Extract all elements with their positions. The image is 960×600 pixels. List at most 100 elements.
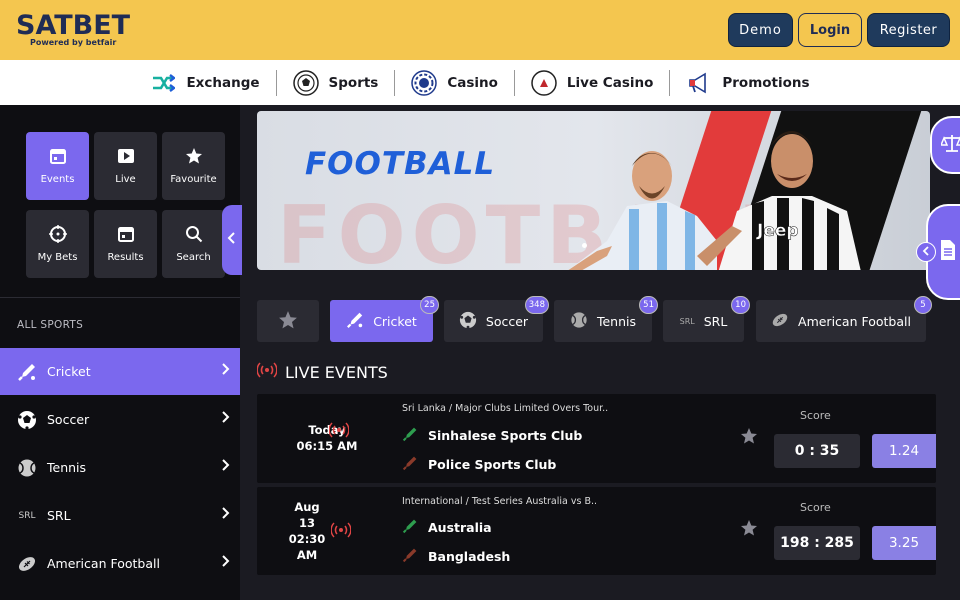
- event-time: Today 06:15 AM: [257, 422, 397, 454]
- event-count-badge: 51: [639, 296, 658, 314]
- live-signal-icon: [330, 522, 352, 541]
- sidebar-item-label: Cricket: [47, 364, 91, 379]
- nav-casino[interactable]: Casino: [395, 69, 514, 96]
- tile-search-label: Search: [176, 252, 211, 263]
- demo-button[interactable]: Demo: [728, 13, 793, 47]
- event-count-badge: 25: [420, 296, 439, 314]
- live-events-title: LIVE EVENTS: [285, 362, 388, 382]
- target-icon: [48, 225, 67, 246]
- tab-soccer-label: Soccer: [485, 313, 529, 329]
- player-juventus-image: Jeep: [697, 131, 861, 270]
- tile-favourite-label: Favourite: [170, 174, 217, 185]
- login-button[interactable]: Login: [798, 13, 862, 47]
- chevron-left-icon: [922, 245, 930, 259]
- tile-my-bets[interactable]: My Bets: [26, 210, 89, 278]
- chevron-right-icon: [222, 363, 230, 379]
- tile-results[interactable]: Results: [94, 210, 157, 278]
- event-count-badge: 348: [524, 296, 549, 314]
- cricket-bat-icon: [16, 361, 38, 383]
- event-team-home: Sinhalese Sports Club: [402, 426, 582, 445]
- event-team-home: Australia: [402, 518, 492, 537]
- team-name: Police Sports Club: [428, 457, 557, 472]
- cricket-bat-icon: [402, 547, 418, 566]
- event-clock: 06:15 AM: [296, 439, 358, 453]
- carousel-dot[interactable]: [582, 243, 587, 248]
- sidebar-item-srl[interactable]: SRL SRL: [0, 492, 240, 539]
- sidebar-item-cricket[interactable]: Cricket: [0, 348, 240, 395]
- promo-banner[interactable]: FOOTBALL FOOTBALL Jeep: [257, 111, 930, 270]
- cricket-bat-icon: [402, 455, 418, 474]
- calendar-check-icon: [117, 225, 135, 246]
- sidebar-item-soccer[interactable]: Soccer: [0, 396, 240, 443]
- tile-results-label: Results: [107, 252, 144, 263]
- tab-american-football-label: American Football: [798, 313, 911, 329]
- sidebar-item-label: SRL: [47, 508, 71, 523]
- tab-tennis-label: Tennis: [596, 313, 637, 329]
- megaphone-icon: [686, 70, 712, 96]
- tab-soccer[interactable]: Soccer 348: [444, 296, 549, 342]
- scales-icon: [939, 133, 960, 157]
- tab-favourites[interactable]: [257, 300, 319, 342]
- tab-tennis[interactable]: Tennis 51: [554, 296, 658, 342]
- live-signal-icon: [256, 362, 278, 382]
- score-display: 198 : 285: [774, 526, 860, 560]
- tab-cricket[interactable]: Cricket 25: [330, 296, 439, 342]
- tile-events-label: Events: [40, 174, 75, 185]
- event-row[interactable]: Aug 13 02:30 AM International / Test Ser…: [257, 487, 936, 575]
- event-row[interactable]: Today 06:15 AM Sri Lanka / Major Clubs L…: [257, 394, 936, 483]
- player-argentina-image: [568, 151, 717, 270]
- tab-srl[interactable]: SRL SRL 10: [663, 296, 750, 342]
- event-competition: Sri Lanka / Major Clubs Limited Overs To…: [402, 403, 609, 414]
- event-month: Aug: [294, 500, 320, 514]
- sidebar-collapse-button[interactable]: [222, 205, 242, 275]
- register-button[interactable]: Register: [867, 13, 950, 47]
- srl-text-icon: SRL: [679, 316, 695, 326]
- chevron-right-icon: [222, 555, 230, 571]
- exchange-arrows-icon: [150, 70, 176, 96]
- chevron-right-icon: [222, 507, 230, 523]
- score-label: Score: [800, 501, 831, 514]
- all-sports-heading: ALL SPORTS: [17, 319, 84, 331]
- nav-promotions[interactable]: Promotions: [670, 70, 825, 96]
- logo-powered-by: Powered by betfair: [30, 38, 117, 47]
- sidebar-divider: [0, 297, 240, 298]
- satbet-logo[interactable]: SATBET Powered by betfair: [16, 10, 131, 48]
- srl-text-icon: SRL: [18, 510, 36, 521]
- logo-wordmark: SATBET: [16, 10, 131, 41]
- nav-sports[interactable]: Sports: [277, 69, 395, 96]
- event-competition: International / Test Series Australia vs…: [402, 496, 598, 507]
- score-label: Score: [800, 409, 831, 422]
- tile-live[interactable]: Live: [94, 132, 157, 200]
- american-football-icon: [16, 553, 38, 575]
- calendar-icon: [49, 147, 67, 168]
- favourite-star-icon[interactable]: [740, 427, 758, 450]
- odds-button[interactable]: 1.24: [872, 434, 936, 468]
- event-day: Today: [308, 423, 346, 437]
- favourite-star-icon[interactable]: [740, 519, 758, 542]
- event-count-badge: 5: [914, 296, 932, 314]
- tile-search[interactable]: Search: [162, 210, 225, 278]
- sidebar-item-tennis[interactable]: Tennis: [0, 444, 240, 491]
- odds-button[interactable]: 3.25: [872, 526, 936, 560]
- tab-american-football[interactable]: American Football 5: [756, 296, 932, 342]
- nav-live-casino[interactable]: Live Casino: [515, 69, 669, 96]
- tile-favourite[interactable]: Favourite: [162, 132, 225, 200]
- tennis-ball-icon: [16, 457, 38, 479]
- live-signal-icon: [328, 422, 350, 441]
- betslip-toggle-button[interactable]: [916, 242, 936, 262]
- search-icon: [185, 225, 203, 246]
- team-name: Bangladesh: [428, 549, 511, 564]
- sidebar-item-label: Tennis: [47, 460, 87, 475]
- tile-events[interactable]: Events: [26, 132, 89, 200]
- sidebar-item-american-football[interactable]: American Football: [0, 540, 240, 587]
- team-name: Sinhalese Sports Club: [428, 428, 583, 443]
- svg-text:Jeep: Jeep: [756, 221, 799, 241]
- score-display: 0 : 35: [774, 434, 860, 468]
- nav-sports-label: Sports: [328, 74, 379, 91]
- cricket-bat-icon: [346, 311, 364, 332]
- nav-exchange[interactable]: Exchange: [134, 70, 275, 96]
- side-tab-rules[interactable]: [930, 116, 960, 174]
- american-football-icon: [771, 311, 789, 332]
- casino-chip-icon: [411, 69, 438, 96]
- nav-exchange-label: Exchange: [186, 74, 260, 91]
